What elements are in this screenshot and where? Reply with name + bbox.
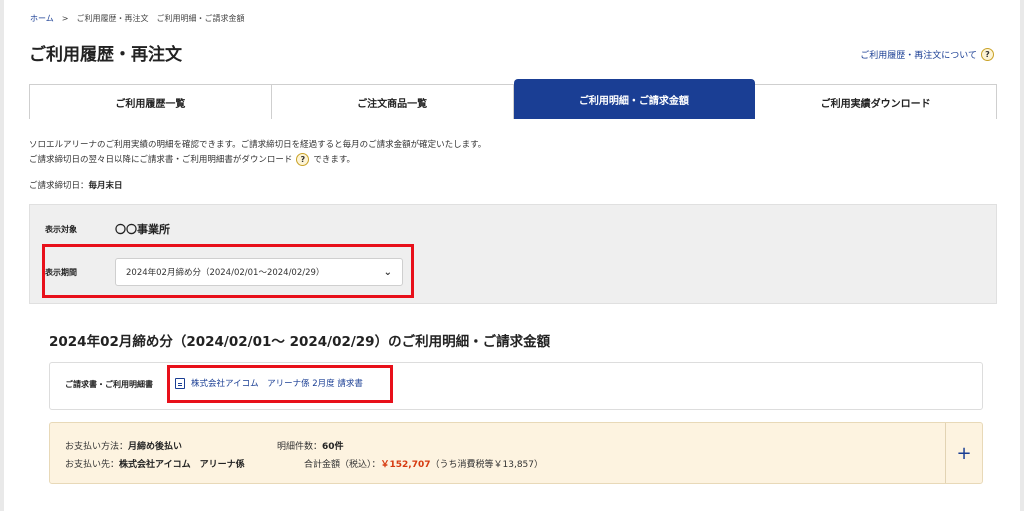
breadcrumb-item[interactable]: ご利用履歴・再注文: [76, 13, 148, 24]
help-link[interactable]: ご利用履歴・再注文について ?: [860, 48, 994, 61]
description: ソロエルアリーナのご利用実績の明細を確認できます。ご請求締切日を経過すると毎月の…: [29, 138, 486, 168]
item-count: 明細件数：60件: [277, 439, 344, 452]
payment-method-value: 月締め後払い: [128, 442, 183, 452]
tab-bar: ご利用履歴一覧 ご注文商品一覧 ご利用明細・ご請求金額 ご利用実績ダウンロード: [29, 79, 997, 119]
help-link-label[interactable]: ご利用履歴・再注文について: [860, 48, 977, 61]
description-line-2: ご請求締切日の翌々日以降にご請求書・ご利用明細書がダウンロード? できます。: [29, 153, 486, 168]
payment-method: お支払い方法：月締め後払い: [65, 439, 277, 452]
highlight-box-invoice: [167, 365, 393, 403]
filter-panel: 表示対象 〇〇事業所 表示期間 2024年02月締め分（2024/02/01～2…: [29, 204, 997, 304]
payment-line-1: お支払い方法：月締め後払い 明細件数：60件: [65, 439, 344, 452]
description-line-1: ソロエルアリーナのご利用実績の明細を確認できます。ご請求締切日を経過すると毎月の…: [29, 140, 487, 150]
tab-ordered-items[interactable]: ご注文商品一覧: [271, 84, 514, 119]
breadcrumb-current: ご利用明細・ご請求金額: [156, 14, 245, 23]
total-value: ￥152,707: [380, 460, 431, 470]
section-title: 2024年02月締め分（2024/02/01～ 2024/02/29）のご利用明…: [49, 334, 551, 350]
breadcrumb: ホーム > ご利用履歴・再注文 ご利用明細・ご請求金額: [30, 13, 244, 24]
payment-summary: お支払い方法：月締め後払い 明細件数：60件 お支払い先：株式会社アイコム アリ…: [49, 422, 983, 484]
expand-plus-icon[interactable]: +: [946, 423, 982, 483]
page: ホーム > ご利用履歴・再注文 ご利用明細・ご請求金額 ご利用履歴・再注文 ご利…: [4, 0, 1020, 511]
question-icon[interactable]: ?: [296, 153, 310, 166]
documents-box: ご請求書・ご利用明細書 株式会社アイコム アリーナ係 2月度 請求書: [49, 362, 983, 410]
highlight-box-period: [42, 244, 414, 298]
target-label: 表示対象: [45, 224, 77, 234]
target-value: 〇〇事業所: [115, 223, 170, 236]
documents-label: ご請求書・ご利用明細書: [65, 380, 153, 389]
target-row: 表示対象 〇〇事業所: [45, 221, 170, 237]
tab-usage-download[interactable]: ご利用実績ダウンロード: [755, 84, 997, 119]
breadcrumb-separator: >: [61, 14, 69, 23]
cutoff-date: ご請求締切日：毎月末日: [29, 179, 123, 191]
payment-line-2: お支払い先：株式会社アイコム アリーナ係 合計金額（税込）：￥152,707（う…: [65, 457, 543, 470]
description-line-2a: ご請求締切日の翌々日以降にご請求書・ご利用明細書がダウンロード: [29, 155, 293, 165]
breadcrumb-home[interactable]: ホーム: [30, 13, 54, 24]
item-count-label: 明細件数：: [277, 442, 323, 452]
payee-label: お支払い先：: [65, 460, 120, 470]
page-title: ご利用履歴・再注文: [29, 45, 182, 65]
cutoff-label: ご請求締切日：: [29, 181, 89, 191]
tab-usage-history[interactable]: ご利用履歴一覧: [29, 84, 272, 119]
tax-note: （うち消費税等￥13,857）: [430, 460, 544, 470]
payee-value: 株式会社アイコム アリーナ係: [119, 460, 245, 470]
total-label: 合計金額（税込）：: [304, 460, 381, 470]
question-icon[interactable]: ?: [981, 48, 994, 61]
tab-statement-billing[interactable]: ご利用明細・ご請求金額: [513, 79, 756, 119]
payee: お支払い先：株式会社アイコム アリーナ係: [65, 457, 304, 470]
total-amount: 合計金額（税込）：￥152,707（うち消費税等￥13,857）: [304, 457, 543, 470]
cutoff-value: 毎月末日: [88, 181, 123, 191]
item-count-value: 60件: [322, 442, 344, 452]
description-line-2b: できます。: [313, 155, 355, 165]
payment-method-label: お支払い方法：: [65, 442, 129, 452]
